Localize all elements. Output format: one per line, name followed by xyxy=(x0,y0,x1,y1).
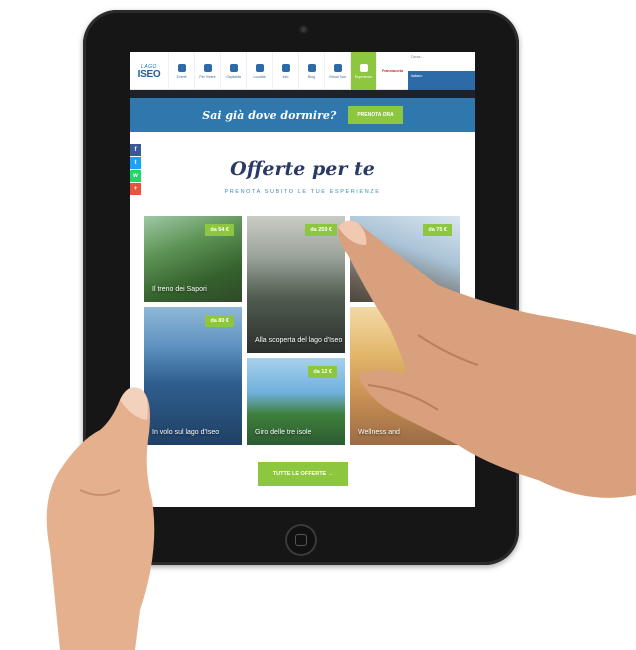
price-badge: da 259 € xyxy=(305,224,337,236)
nav-item-eventi[interactable]: Eventi xyxy=(168,52,194,90)
nav-item-info[interactable]: Info xyxy=(272,52,298,90)
offer-tile-scoperta[interactable]: da 259 € Alla scoperta del lago d'Iseo xyxy=(247,216,345,353)
binoculars-icon xyxy=(333,63,342,72)
book-now-button[interactable]: PRENOTA ORA xyxy=(348,106,403,124)
nav-item-per-vivere[interactable]: Per Vivere xyxy=(194,52,220,90)
left-hand xyxy=(46,387,155,650)
info-icon xyxy=(281,63,290,72)
nav-item-label: Info xyxy=(282,74,289,79)
photo-scene: LAGO ISEO Eventi Per Vivere Ospitalità L… xyxy=(0,0,636,650)
hand-icon xyxy=(359,63,368,72)
all-offers-button[interactable]: TUTTE LE OFFERTE → xyxy=(258,462,348,486)
booking-question: Sai già dove dormire? xyxy=(202,108,337,122)
nav-item-label: Esperienze xyxy=(354,74,373,79)
price-badge: da 12 € xyxy=(308,366,337,378)
tablet-home-button[interactable] xyxy=(285,524,317,556)
offer-caption: Giro delle tre isole xyxy=(255,429,312,436)
nav-item-label: Ospitalità xyxy=(226,74,241,79)
nav-item-label: Per Vivere xyxy=(199,74,216,79)
price-badge: da 80 € xyxy=(205,315,234,327)
tablet-camera xyxy=(299,25,308,34)
nav-item-ospitalita[interactable]: Ospitalità xyxy=(220,52,246,90)
offers-title: Offerte per te xyxy=(230,158,375,180)
top-navigation: LAGO ISEO Eventi Per Vivere Ospitalità L… xyxy=(130,52,475,90)
franciacorta-logo[interactable]: Franciacorta xyxy=(376,52,408,90)
nav-item-localita[interactable]: Località xyxy=(246,52,272,90)
camera-icon xyxy=(255,63,264,72)
nav-item-label: Eventi xyxy=(176,74,187,79)
blog-icon xyxy=(307,63,316,72)
search-input[interactable]: Cerca... xyxy=(408,52,475,71)
nav-item-label: Virtual Tour xyxy=(328,74,347,79)
price-badge: da 54 € xyxy=(205,224,234,236)
right-hand xyxy=(338,220,636,498)
offers-subtitle: PRENOTA SUBITO LE TUE ESPERIENZE xyxy=(224,189,381,195)
header-divider-strip xyxy=(130,90,475,98)
nav-item-label: Località xyxy=(253,74,266,79)
search-language-box: Cerca... Italiano xyxy=(408,52,475,90)
offer-tile-isole[interactable]: da 12 € Giro delle tre isole xyxy=(247,358,345,445)
booking-bar: Sai già dove dormire? PRENOTA ORA xyxy=(130,98,475,132)
bed-icon xyxy=(229,63,238,72)
logo-big-text: ISEO xyxy=(137,68,161,80)
site-logo[interactable]: LAGO ISEO xyxy=(130,52,168,90)
nav-item-virtual-tour[interactable]: Virtual Tour xyxy=(324,52,350,90)
nav-item-blog[interactable]: Blog xyxy=(298,52,324,90)
nav-item-esperienze[interactable]: Esperienze xyxy=(350,52,376,90)
facebook-icon[interactable]: f xyxy=(130,144,141,156)
nav-item-label: Blog xyxy=(307,74,315,79)
offer-tile-treno[interactable]: da 54 € Il treno dei Sapori xyxy=(144,216,242,302)
offer-caption: Alla scoperta del lago d'Iseo xyxy=(255,337,343,344)
calendar-icon xyxy=(177,63,186,72)
language-select[interactable]: Italiano xyxy=(408,71,475,90)
offer-caption: Il treno dei Sapori xyxy=(152,286,207,293)
hotel-icon xyxy=(203,63,212,72)
